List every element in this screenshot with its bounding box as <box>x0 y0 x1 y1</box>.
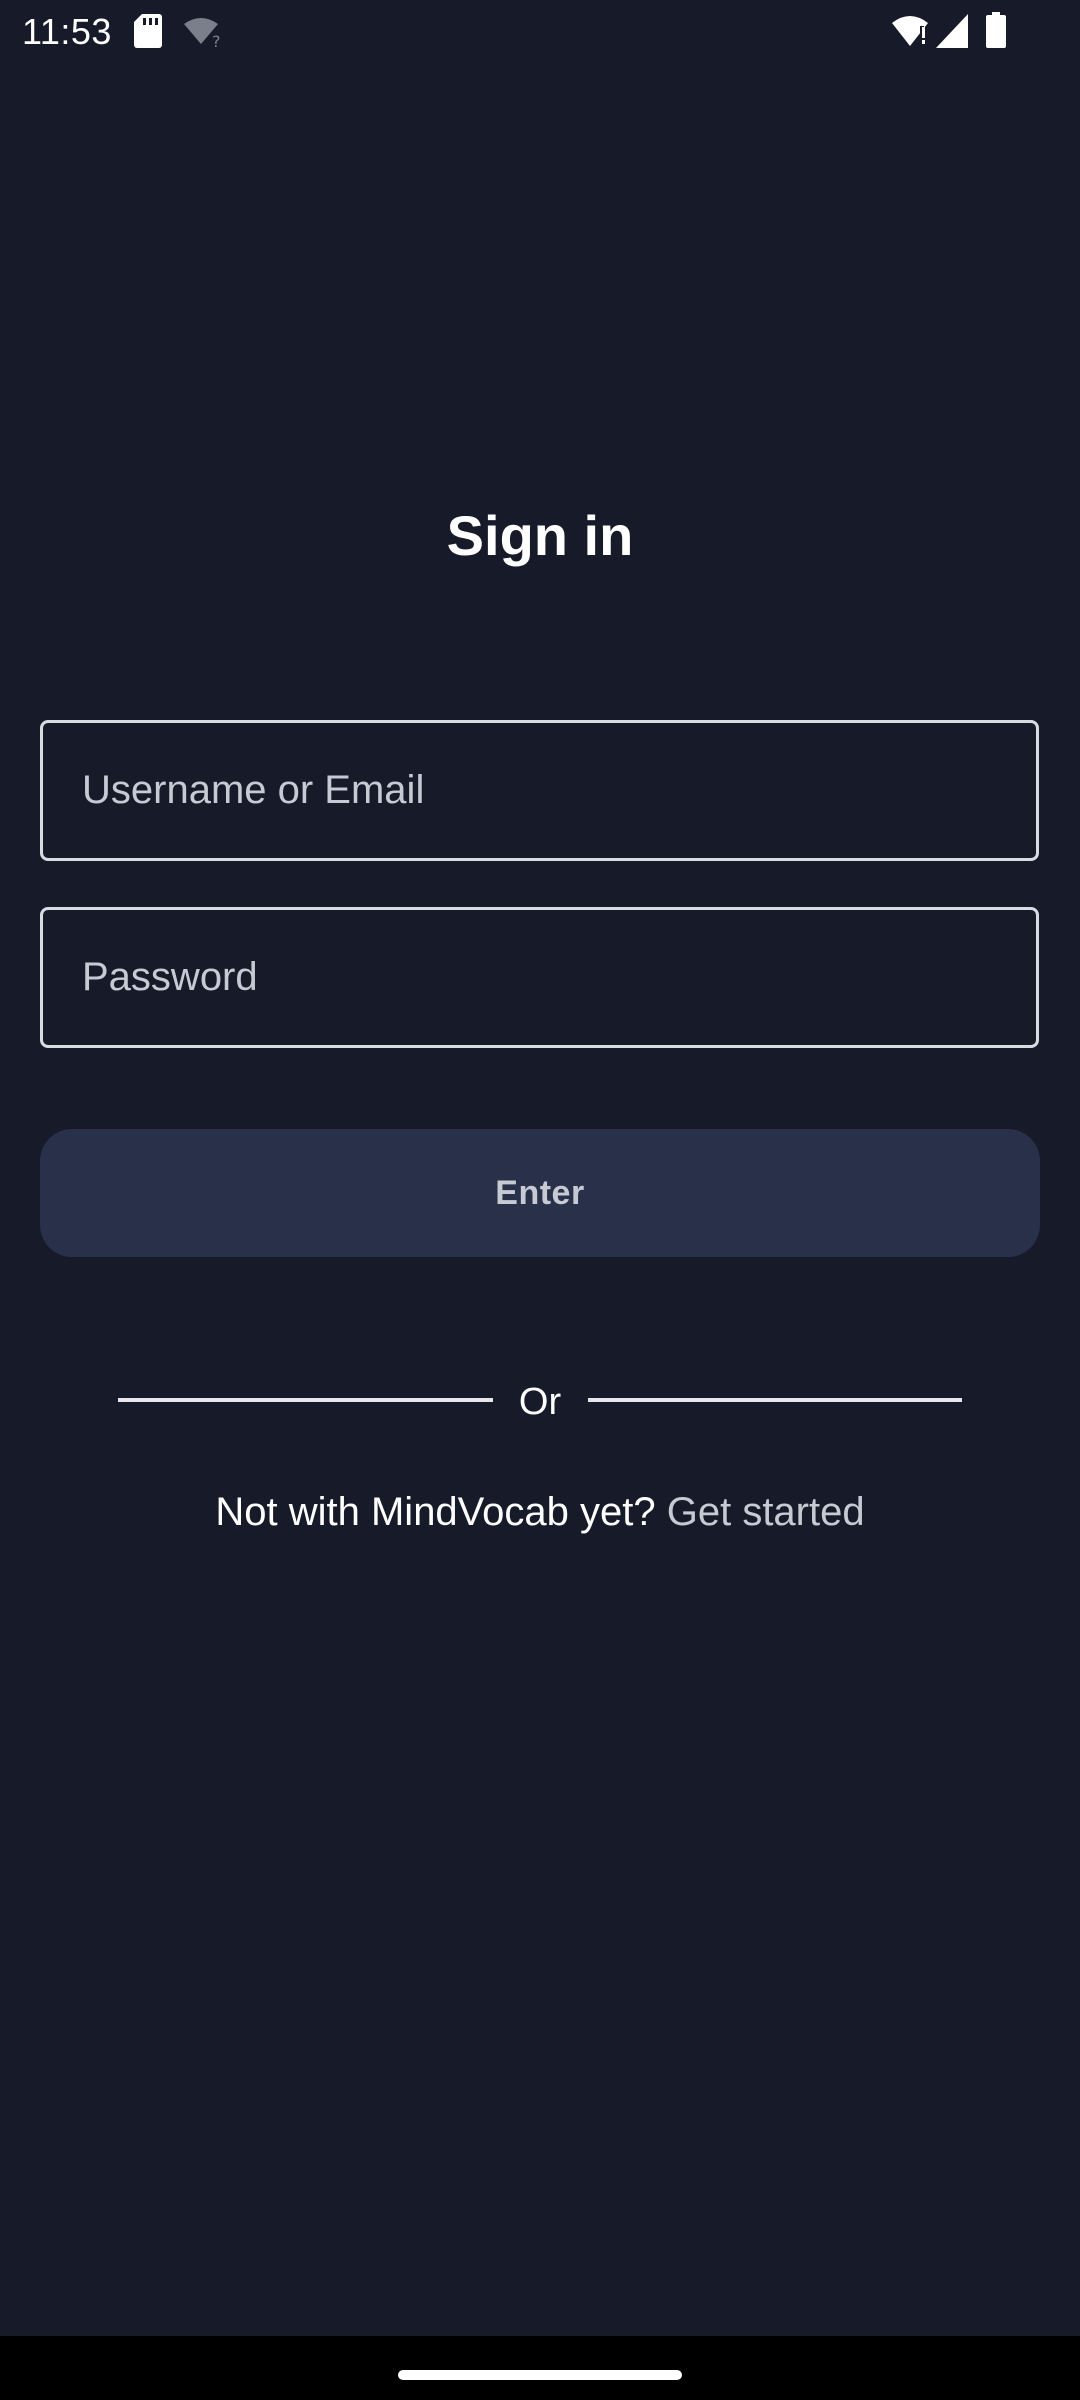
signup-prompt-text: Not with MindVocab yet? <box>215 1490 656 1534</box>
wifi-off-icon: ? <box>184 18 221 48</box>
battery-icon <box>986 12 1006 48</box>
wifi-alert-icon <box>892 16 928 46</box>
signal-icon <box>936 14 968 48</box>
home-indicator[interactable] <box>398 2370 682 2380</box>
divider-line-left <box>118 1398 493 1402</box>
divider-line-right <box>588 1398 962 1402</box>
page-title: Sign in <box>446 504 634 567</box>
status-bar: 11:53 ? <box>0 0 1080 64</box>
status-time: 11:53 <box>22 11 112 52</box>
get-started-link[interactable]: Get started <box>667 1490 865 1534</box>
username-email-field[interactable] <box>40 720 1039 861</box>
divider-or-label: Or <box>518 1381 562 1423</box>
svg-text:?: ? <box>212 32 221 48</box>
sd-card-icon <box>134 14 162 48</box>
navigation-bar <box>0 2336 1080 2400</box>
password-field[interactable] <box>40 907 1039 1048</box>
signup-prompt-row: Not with MindVocab yet? Get started <box>0 1486 1080 1538</box>
enter-button[interactable]: Enter <box>40 1129 1040 1257</box>
